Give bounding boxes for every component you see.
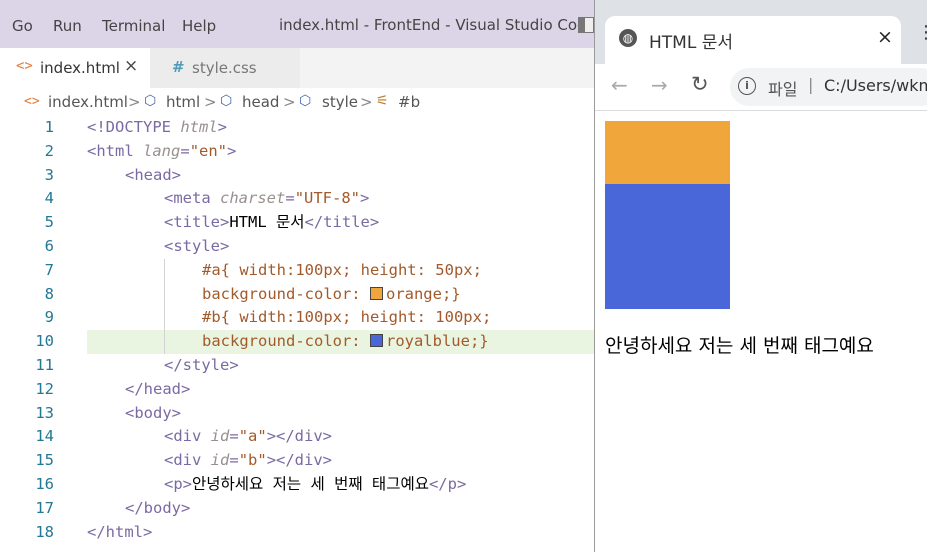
- browser-window: ◍ HTML 문서 × ⋮ ← → ↻ i 파일 | C:/Users/wkm …: [594, 0, 927, 552]
- code-line-11: </style>: [164, 356, 239, 374]
- code-line-17: </body>: [125, 498, 191, 517]
- paragraph: 안녕하세요 저는 세 번째 태그예요: [605, 335, 874, 357]
- info-icon[interactable]: i: [738, 77, 756, 95]
- code-line-2: <html lang="en">: [87, 141, 237, 160]
- code-line-8: background-color: orange;}: [202, 284, 461, 303]
- more-icon[interactable]: ⋮: [917, 22, 927, 43]
- breadcrumb-separator: >: [360, 93, 373, 111]
- css-rule-icon: ⚟: [376, 93, 389, 109]
- editor-tabs: <> index.html × # style.css: [0, 48, 600, 88]
- code-line-10: background-color: royalblue;}: [202, 332, 489, 351]
- code-editor[interactable]: 1 2 3 4 5 6 7 8 9 10 11 12 13 14 15 16 1…: [0, 116, 600, 552]
- tab-style-css[interactable]: # style.css: [150, 48, 300, 88]
- code-line-13: <body>: [125, 403, 181, 422]
- breadcrumb-separator: >: [204, 93, 217, 111]
- html-brackets-icon: <>: [16, 58, 33, 74]
- breadcrumb: <> index.html > ⬡ html > ⬡ head > ⬡ styl…: [0, 88, 600, 116]
- menu-terminal[interactable]: Terminal: [102, 17, 165, 35]
- code-line-14: <div id="a"></div>: [164, 427, 333, 446]
- breadcrumb-symbol[interactable]: #b: [398, 93, 420, 111]
- tab-index-html[interactable]: <> index.html ×: [0, 48, 150, 88]
- tab-label: style.css: [192, 59, 257, 77]
- code-line-9: #b{ width:100px; height: 100px;: [202, 308, 492, 327]
- element-cube-icon: ⬡: [144, 93, 157, 109]
- html-brackets-icon: <>: [24, 94, 40, 109]
- globe-icon: ◍: [619, 29, 637, 47]
- element-cube-icon: ⬡: [299, 93, 312, 109]
- toggle-panel-icon[interactable]: [578, 17, 594, 33]
- code-line-3: <head>: [125, 165, 181, 184]
- address-scheme: 파일: [768, 80, 798, 99]
- color-swatch-orange[interactable]: [369, 286, 383, 300]
- color-swatch-royalblue[interactable]: [369, 334, 383, 348]
- breadcrumb-separator: >: [128, 93, 141, 111]
- orange-box: [605, 121, 730, 184]
- menu-go[interactable]: Go: [12, 17, 33, 35]
- browser-tab[interactable]: ◍ HTML 문서 ×: [605, 16, 901, 64]
- back-arrow-icon[interactable]: ←: [611, 73, 628, 97]
- vscode-window: Go Run Terminal Help index.html - FrontE…: [0, 0, 600, 552]
- forward-arrow-icon[interactable]: →: [651, 73, 668, 97]
- royalblue-box: [605, 184, 730, 309]
- code-line-16: <p>안녕하세요 저는 세 번째 태그예요</p>: [164, 475, 467, 493]
- page-viewport: 안녕하세요 저는 세 번째 태그예요: [595, 111, 927, 552]
- browser-tab-strip: ◍ HTML 문서 × ⋮: [595, 0, 927, 64]
- code-line-6: <style>: [164, 237, 230, 255]
- browser-toolbar: ← → ↻ i 파일 | C:/Users/wkm: [595, 64, 927, 111]
- code-line-18: </html>: [87, 522, 153, 541]
- title-bar: Go Run Terminal Help index.html - FrontE…: [0, 0, 600, 48]
- code-line-5: <title>HTML 문서</title>: [164, 213, 380, 232]
- menu-help[interactable]: Help: [182, 17, 216, 35]
- menu-run[interactable]: Run: [53, 17, 82, 35]
- code-line-4: <meta charset="UTF-8">: [164, 189, 370, 208]
- breadcrumb-item-style[interactable]: style: [322, 93, 358, 111]
- element-cube-icon: ⬡: [220, 93, 233, 109]
- address-bar[interactable]: i 파일 | C:/Users/wkm: [730, 68, 927, 106]
- address-divider: |: [808, 75, 814, 94]
- address-url: C:/Users/wkm: [824, 76, 927, 95]
- css-hash-icon: #: [172, 58, 185, 76]
- breadcrumb-item-head[interactable]: head: [242, 93, 279, 111]
- window-title: index.html - FrontEnd - Visual Studio Co…: [279, 16, 596, 34]
- breadcrumb-file[interactable]: index.html: [48, 93, 128, 111]
- browser-tab-title: HTML 문서: [649, 33, 733, 53]
- close-tab-icon[interactable]: ×: [877, 26, 893, 48]
- code-line-15: <div id="b"></div>: [164, 451, 333, 470]
- code-line-12: </head>: [125, 379, 191, 398]
- code-line-1: <!DOCTYPE html>: [87, 118, 228, 136]
- breadcrumb-separator: >: [283, 93, 296, 111]
- breadcrumb-item-html[interactable]: html: [166, 93, 200, 111]
- code-line-7: #a{ width:100px; height: 50px;: [202, 260, 482, 279]
- tab-label: index.html: [40, 59, 120, 77]
- close-icon[interactable]: ×: [124, 56, 138, 76]
- reload-icon[interactable]: ↻: [691, 72, 709, 96]
